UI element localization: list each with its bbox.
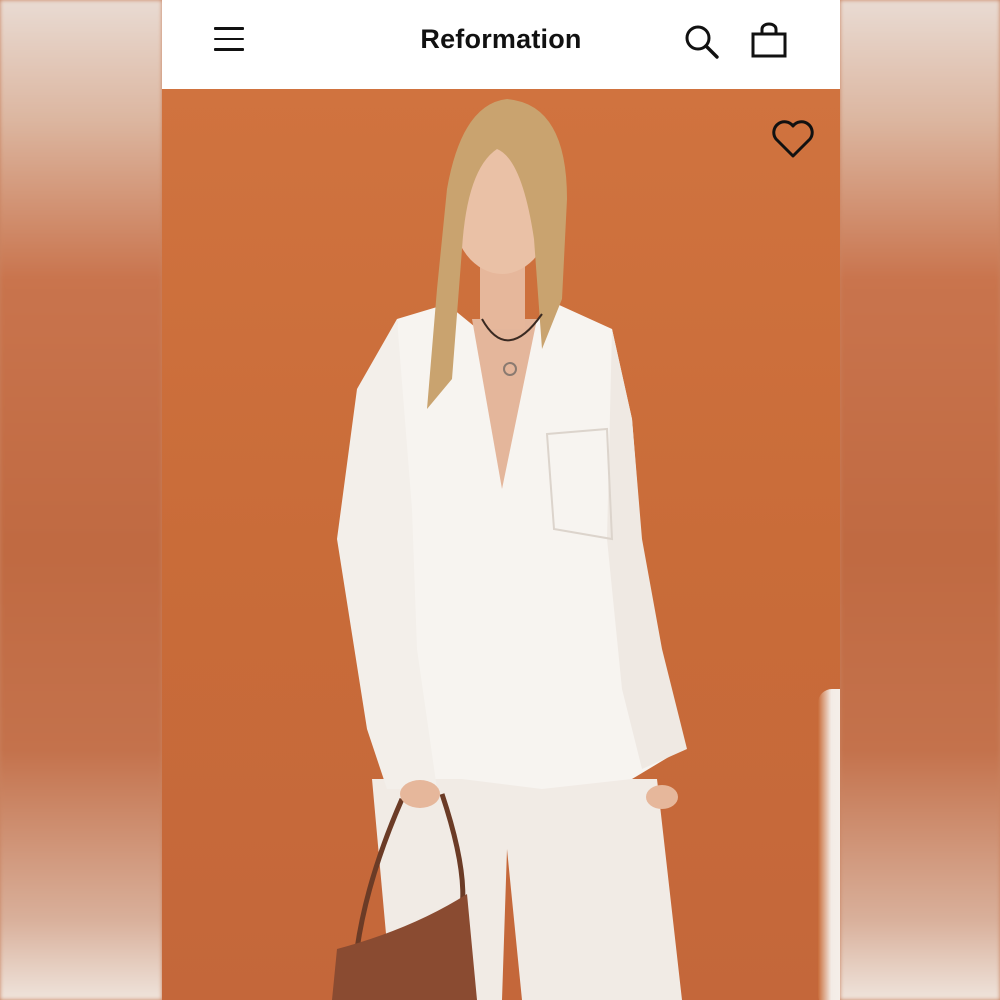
backdrop-left	[0, 0, 162, 1000]
model-photo	[332, 99, 687, 1000]
top-nav-bar: Reformation	[162, 0, 840, 89]
app-screen: Reformation	[162, 0, 840, 1000]
backdrop-right	[840, 0, 1000, 1000]
shopping-bag-icon	[751, 22, 787, 58]
brand-logo[interactable]: Reformation	[162, 24, 840, 55]
shopping-bag-button[interactable]	[748, 20, 790, 62]
product-image[interactable]	[162, 89, 840, 1000]
wishlist-button[interactable]	[770, 117, 816, 161]
next-image-peek[interactable]	[818, 689, 840, 1000]
heart-icon	[772, 120, 814, 158]
search-icon	[685, 25, 719, 59]
search-button[interactable]	[682, 22, 722, 62]
